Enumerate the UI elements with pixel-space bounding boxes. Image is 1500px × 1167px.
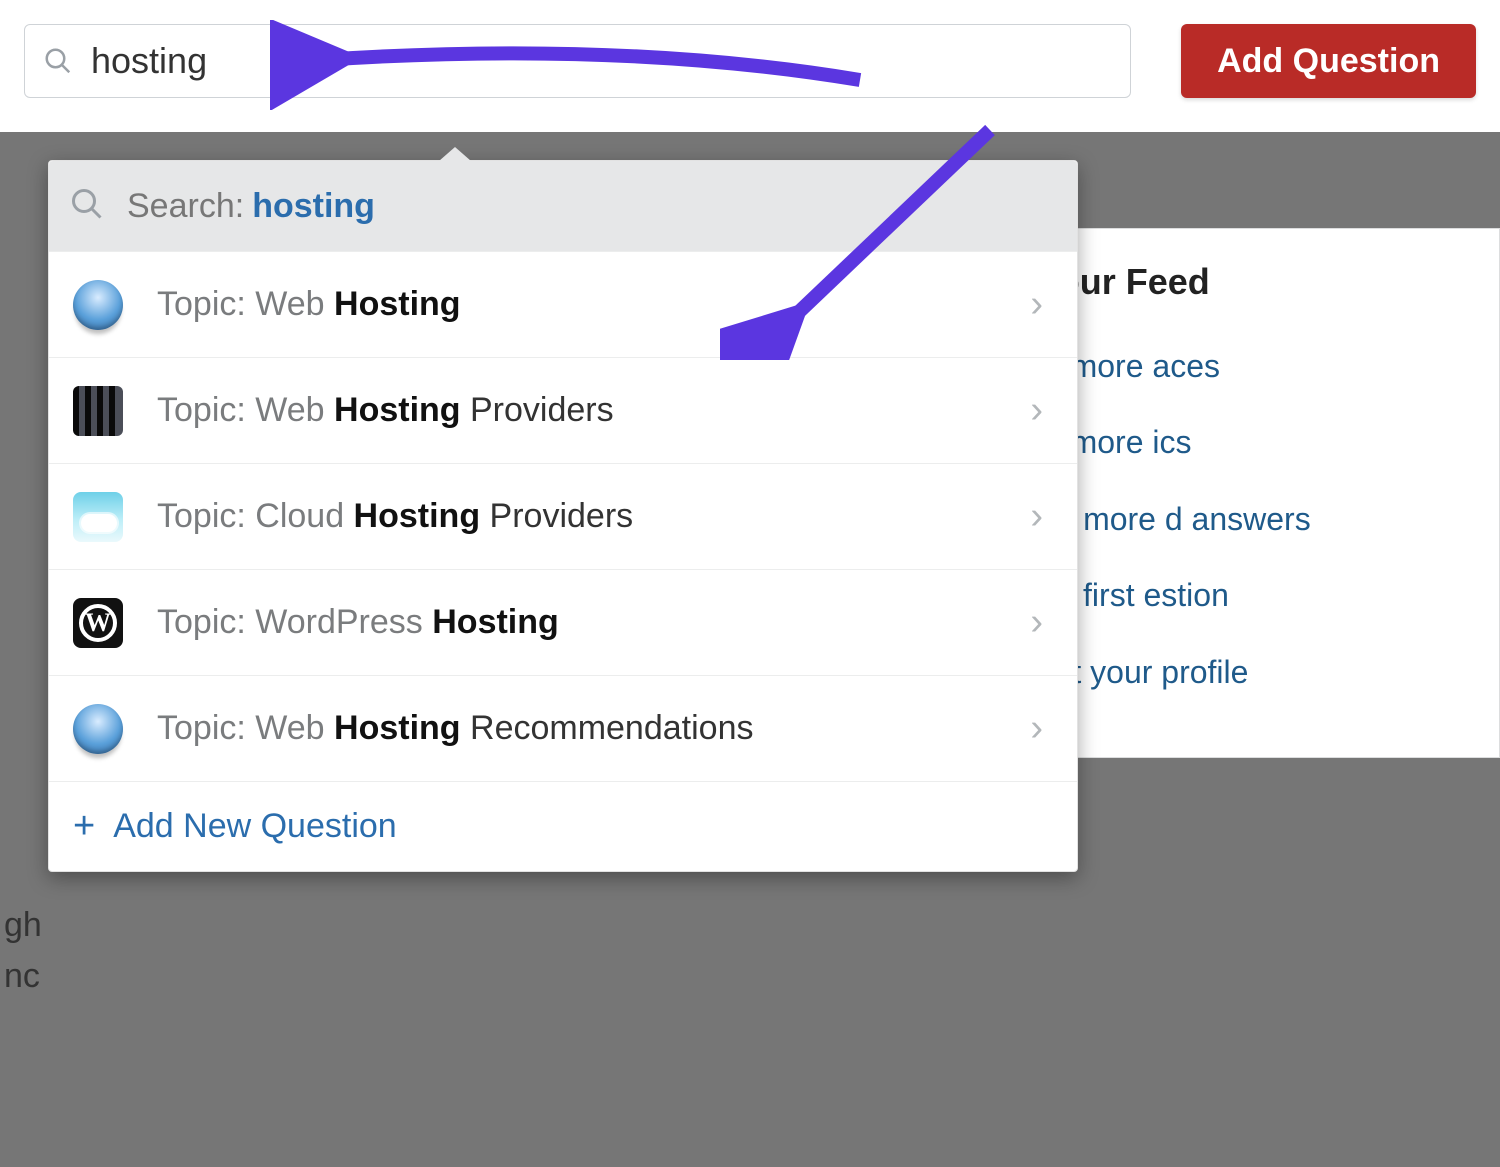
background-text: gh nc <box>0 900 42 1002</box>
search-input[interactable] <box>91 40 1112 82</box>
search-suggestions-dropdown: Search: hosting Topic: Web Hosting › Top… <box>48 160 1078 872</box>
chevron-right-icon: › <box>1020 707 1053 750</box>
suggestion-label: Topic: Web Hosting <box>157 285 1020 324</box>
top-bar: Add Question <box>0 0 1500 114</box>
chevron-right-icon: › <box>1020 495 1053 538</box>
server-icon <box>73 386 123 436</box>
suggestion-topic-cloud-hosting-providers[interactable]: Topic: Cloud Hosting Providers › <box>49 463 1077 569</box>
search-term: hosting <box>252 187 375 226</box>
chevron-right-icon: › <box>1020 389 1053 432</box>
globe-icon <box>73 280 123 330</box>
chevron-right-icon: › <box>1020 283 1053 326</box>
add-question-button[interactable]: Add Question <box>1181 24 1476 98</box>
suggestion-topic-web-hosting-providers[interactable]: Topic: Web Hosting Providers › <box>49 357 1077 463</box>
suggestion-label: Topic: WordPress Hosting <box>157 603 1020 642</box>
suggestion-label: Topic: Web Hosting Providers <box>157 391 1020 430</box>
suggestion-label: Topic: Cloud Hosting Providers <box>157 497 1020 536</box>
suggestion-topic-wordpress-hosting[interactable]: Topic: WordPress Hosting › <box>49 569 1077 675</box>
search-box[interactable] <box>24 24 1131 98</box>
search-icon <box>69 186 105 227</box>
wordpress-icon <box>73 598 123 648</box>
chevron-right-icon: › <box>1020 601 1053 644</box>
suggestion-topic-web-hosting-recommendations[interactable]: Topic: Web Hosting Recommendations › <box>49 675 1077 781</box>
search-suggestion-header[interactable]: Search: hosting <box>49 161 1077 251</box>
add-new-question-link[interactable]: + Add New Question <box>49 781 1077 871</box>
add-new-question-label: Add New Question <box>113 807 397 846</box>
search-container <box>24 24 1131 98</box>
search-icon <box>43 46 73 76</box>
suggestion-label: Topic: Web Hosting Recommendations <box>157 709 1020 748</box>
plus-icon: + <box>73 805 95 848</box>
cloud-icon <box>73 492 123 542</box>
globe-icon <box>73 704 123 754</box>
suggestion-topic-web-hosting[interactable]: Topic: Web Hosting › <box>49 251 1077 357</box>
search-label: Search: <box>127 187 244 226</box>
